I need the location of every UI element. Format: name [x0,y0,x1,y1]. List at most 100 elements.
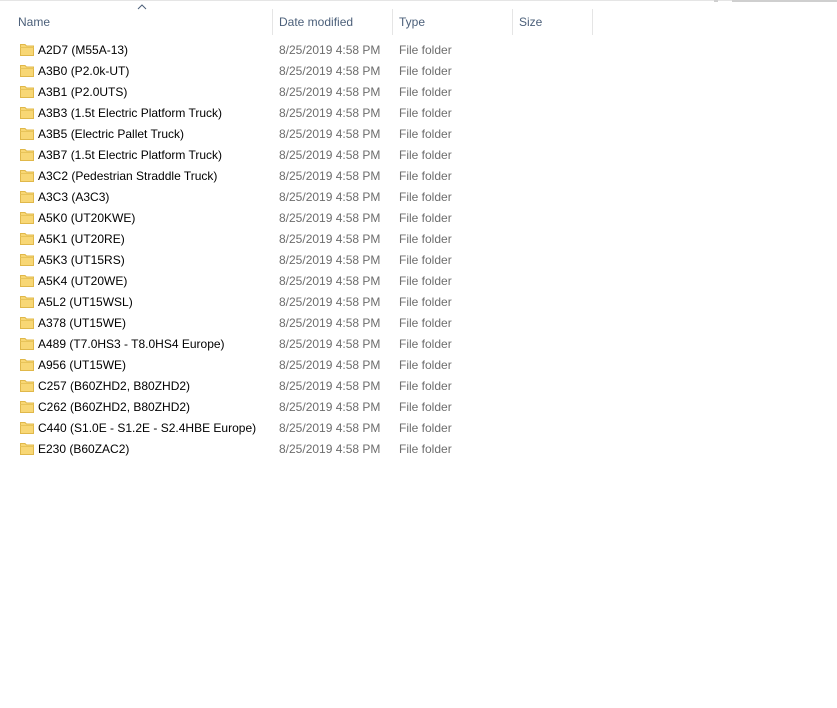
file-type: File folder [399,400,452,414]
file-name: A3B5 (Electric Pallet Truck) [38,127,185,141]
column-header-bar: Name Date modified Type Size [0,0,837,40]
folder-icon [20,401,34,413]
folder-icon [20,296,34,308]
file-row[interactable]: C257 (B60ZHD2, B80ZHD2) 8/25/2019 4:58 PM… [0,376,837,397]
file-date-modified: 8/25/2019 4:58 PM [279,253,381,267]
file-type: File folder [399,295,452,309]
file-date-modified: 8/25/2019 4:58 PM [279,400,381,414]
folder-icon [20,380,34,392]
file-row[interactable]: A3B5 (Electric Pallet Truck) 8/25/2019 4:… [0,124,837,145]
file-type: File folder [399,85,452,99]
folder-icon [20,44,34,56]
file-date-modified: 8/25/2019 4:58 PM [279,421,381,435]
file-date-modified: 8/25/2019 4:58 PM [279,148,381,162]
file-date-modified: 8/25/2019 4:58 PM [279,106,381,120]
file-name: A5K1 (UT20RE) [38,232,125,246]
file-list: A2D7 (M55A-13) 8/25/2019 4:58 PM File fold… [0,40,837,460]
file-name: A5K3 (UT15RS) [38,253,125,267]
folder-icon [20,233,34,245]
file-date-modified: 8/25/2019 4:58 PM [279,295,381,309]
file-row[interactable]: A956 (UT15WE) 8/25/2019 4:58 PM File folde… [0,355,837,376]
file-row[interactable]: A3B3 (1.5t Electric Platform Truck) 8/25/… [0,103,837,124]
file-name: A3B7 (1.5t Electric Platform Truck) [38,148,223,162]
folder-icon [20,128,34,140]
folder-icon [20,86,34,98]
file-row[interactable]: A2D7 (M55A-13) 8/25/2019 4:58 PM File fold… [0,40,837,61]
file-type: File folder [399,64,452,78]
file-row[interactable]: A5K3 (UT15RS) 8/25/2019 4:58 PM File folde… [0,250,837,271]
folder-icon [20,275,34,287]
file-type: File folder [399,358,452,372]
file-name: A3B1 (P2.0UTS) [38,85,128,99]
file-date-modified: 8/25/2019 4:58 PM [279,232,381,246]
file-name: A956 (UT15WE) [38,358,127,372]
file-type: File folder [399,274,452,288]
file-row[interactable]: A3B7 (1.5t Electric Platform Truck) 8/25/… [0,145,837,166]
folder-icon [20,422,34,434]
file-type: File folder [399,253,452,267]
file-row[interactable]: A378 (UT15WE) 8/25/2019 4:58 PM File folde… [0,313,837,334]
file-name: A5L2 (UT15WSL) [38,295,133,309]
folder-icon [20,149,34,161]
file-type: File folder [399,316,452,330]
file-date-modified: 8/25/2019 4:58 PM [279,379,381,393]
folder-icon [20,212,34,224]
file-row[interactable]: A3C2 (Pedestrian Straddle Truck) 8/25/201… [0,166,837,187]
file-row[interactable]: A3B0 (P2.0k-UT) 8/25/2019 4:58 PM File fol… [0,61,837,82]
file-name: C257 (B60ZHD2, B80ZHD2) [38,379,191,393]
file-type: File folder [399,148,452,162]
column-header-date-modified[interactable]: Date modified [273,9,392,35]
file-name: C262 (B60ZHD2, B80ZHD2) [38,400,191,414]
file-name: A3B0 (P2.0k-UT) [38,64,130,78]
file-name: C440 (S1.0E - S1.2E - S2.4HBE Europe) [38,421,257,435]
folder-icon [20,317,34,329]
file-date-modified: 8/25/2019 4:58 PM [279,316,381,330]
file-name: A2D7 (M55A-13) [38,43,129,57]
file-type: File folder [399,442,452,456]
file-date-modified: 8/25/2019 4:58 PM [279,211,381,225]
file-name: A3B3 (1.5t Electric Platform Truck) [38,106,223,120]
file-name: A5K4 (UT20WE) [38,274,128,288]
file-row[interactable]: A489 (T7.0HS3 - T8.0HS4 Europe) 8/25/2019… [0,334,837,355]
file-name: A5K0 (UT20KWE) [38,211,136,225]
file-date-modified: 8/25/2019 4:58 PM [279,127,381,141]
column-header-type[interactable]: Type [393,9,512,35]
file-name: A489 (T7.0HS3 - T8.0HS4 Europe) [38,337,225,351]
folder-icon [20,107,34,119]
file-name: A3C3 (A3C3) [38,190,110,204]
file-type: File folder [399,337,452,351]
file-date-modified: 8/25/2019 4:58 PM [279,442,381,456]
file-date-modified: 8/25/2019 4:58 PM [279,358,381,372]
file-row[interactable]: E230 (B60ZAC2) 8/25/2019 4:58 PM File fold… [0,439,837,460]
folder-icon [20,359,34,371]
folder-icon [20,170,34,182]
file-row[interactable]: A5K0 (UT20KWE) 8/25/2019 4:58 PM File fold… [0,208,837,229]
file-row[interactable]: A5K4 (UT20WE) 8/25/2019 4:58 PM File folde… [0,271,837,292]
file-row[interactable]: A5K1 (UT20RE) 8/25/2019 4:58 PM File folde… [0,229,837,250]
file-date-modified: 8/25/2019 4:58 PM [279,169,381,183]
folder-icon [20,191,34,203]
file-date-modified: 8/25/2019 4:58 PM [279,43,381,57]
column-header-name[interactable]: Name [12,9,272,35]
file-type: File folder [399,127,452,141]
file-type: File folder [399,190,452,204]
file-row[interactable]: C440 (S1.0E - S1.2E - S2.4HBE Europe) 8/2… [0,418,837,439]
file-type: File folder [399,421,452,435]
file-row[interactable]: A3B1 (P2.0UTS) 8/25/2019 4:58 PM File fold… [0,82,837,103]
folder-icon [20,254,34,266]
column-divider[interactable] [592,9,593,35]
file-row[interactable]: A3C3 (A3C3) 8/25/2019 4:58 PM File folder [0,187,837,208]
file-type: File folder [399,211,452,225]
file-date-modified: 8/25/2019 4:58 PM [279,190,381,204]
file-date-modified: 8/25/2019 4:58 PM [279,85,381,99]
file-name: A3C2 (Pedestrian Straddle Truck) [38,169,218,183]
file-type: File folder [399,106,452,120]
file-name: A378 (UT15WE) [38,316,127,330]
file-type: File folder [399,43,452,57]
file-date-modified: 8/25/2019 4:58 PM [279,274,381,288]
column-header-size[interactable]: Size [513,9,592,35]
file-row[interactable]: A5L2 (UT15WSL) 8/25/2019 4:58 PM File fold… [0,292,837,313]
file-row[interactable]: C262 (B60ZHD2, B80ZHD2) 8/25/2019 4:58 PM… [0,397,837,418]
file-date-modified: 8/25/2019 4:58 PM [279,64,381,78]
file-type: File folder [399,169,452,183]
